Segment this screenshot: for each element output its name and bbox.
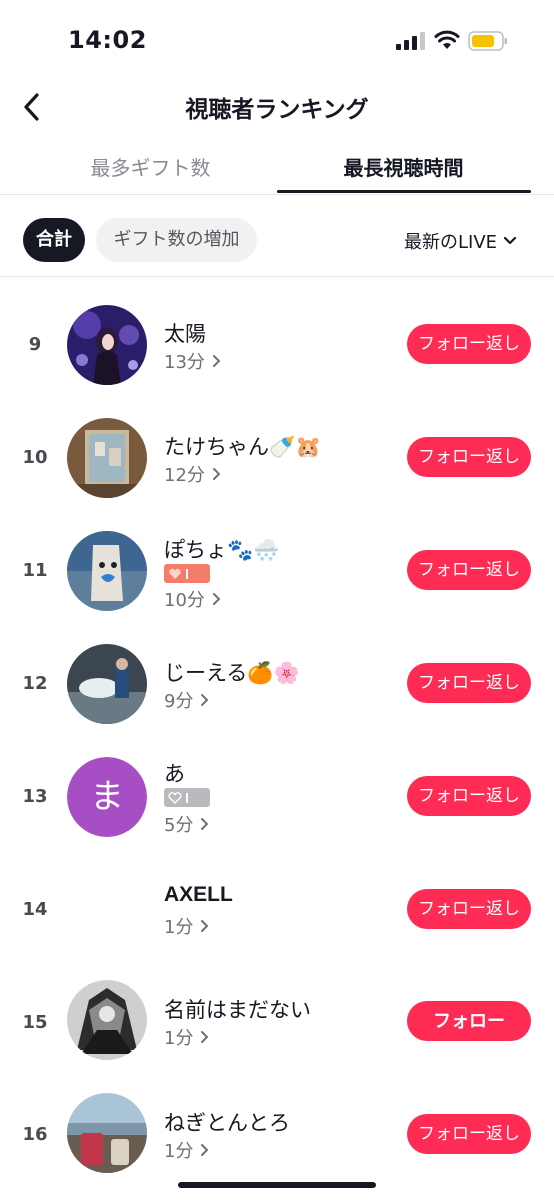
heart-icon xyxy=(169,568,181,579)
rank-number: 13 xyxy=(22,786,48,807)
watch-duration-label: 1分 xyxy=(164,1141,194,1162)
avatar-image xyxy=(67,305,147,385)
status-bar: 14:02 xyxy=(0,0,554,80)
viewer-name: AXELL xyxy=(164,883,233,906)
page-title: 視聴者ランキング xyxy=(185,97,369,123)
filter-chip-gift-increase[interactable]: ギフト数の増加 xyxy=(96,218,257,262)
watch-duration-label: 1分 xyxy=(164,1028,194,1049)
chevron-right-icon xyxy=(212,593,221,605)
avatar[interactable]: ま xyxy=(67,757,147,837)
chevron-right-icon xyxy=(212,355,221,367)
follow-back-button[interactable]: フォロー返し xyxy=(407,1114,531,1154)
list-item[interactable]: 14 AXELL 1分 フォロー返し xyxy=(0,853,554,966)
avatar[interactable] xyxy=(67,644,147,724)
avatar[interactable] xyxy=(67,418,147,498)
watch-duration-label: 1分 xyxy=(164,917,194,938)
follow-back-button[interactable]: フォロー返し xyxy=(407,437,531,477)
avatar[interactable] xyxy=(67,1093,147,1173)
tab-longest-watch-time[interactable]: 最長視聴時間 xyxy=(265,152,542,181)
tab-most-gifts[interactable]: 最多ギフト数 xyxy=(12,152,289,181)
fan-level-badge xyxy=(164,788,210,807)
home-indicator[interactable] xyxy=(178,1182,376,1188)
watch-duration[interactable]: 1分 xyxy=(164,1024,209,1050)
follow-back-button[interactable]: フォロー返し xyxy=(407,324,531,364)
avatar-image xyxy=(67,418,147,498)
watch-duration-label: 9分 xyxy=(164,691,194,712)
follow-back-button[interactable]: フォロー返し xyxy=(407,663,531,703)
watch-duration[interactable]: 13分 xyxy=(164,348,221,374)
fan-level-badge xyxy=(164,564,210,583)
list-item[interactable]: 9 太陽 13分 フォロー返し xyxy=(0,288,554,401)
watch-duration[interactable]: 12分 xyxy=(164,461,221,487)
rank-number: 9 xyxy=(28,334,42,355)
tab-divider xyxy=(0,194,554,195)
watch-duration[interactable]: 1分 xyxy=(164,1137,209,1163)
list-item[interactable]: 13 ま あ 5分 フォロー返し xyxy=(0,740,554,853)
filter-chip-total[interactable]: 合計 xyxy=(23,218,85,262)
viewer-name: ぽちょ🐾🌨️ xyxy=(164,538,280,562)
rank-number: 12 xyxy=(22,673,48,694)
watch-duration-label: 5分 xyxy=(164,815,194,836)
chevron-right-icon xyxy=(201,818,209,830)
list-item[interactable]: 16 ねぎとんとろ 1分 フォロー返し xyxy=(0,1079,554,1192)
viewer-name: たけちゃん🍼🐹 xyxy=(164,435,322,459)
watch-duration[interactable]: 1分 xyxy=(164,913,209,939)
avatar[interactable] xyxy=(67,980,147,1060)
watch-duration[interactable]: 9分 xyxy=(164,687,209,713)
avatar[interactable] xyxy=(67,305,147,385)
rank-number: 16 xyxy=(22,1124,48,1145)
watch-duration[interactable]: 5分 xyxy=(164,811,209,837)
battery-icon xyxy=(468,31,507,51)
viewer-name: 太陽 xyxy=(164,322,206,346)
live-selector-label: 最新のLIVE xyxy=(404,232,498,253)
list-item[interactable]: 11 ぽちょ🐾🌨️ 10分 フォロー返し xyxy=(0,514,554,627)
chevron-down-icon xyxy=(503,236,517,245)
avatar-initial: ま xyxy=(67,757,147,837)
viewer-name: 名前はまだない xyxy=(164,998,311,1022)
status-time: 14:02 xyxy=(68,26,147,54)
wifi-icon xyxy=(434,30,460,49)
watch-duration-label: 12分 xyxy=(164,465,205,486)
rank-number: 14 xyxy=(22,899,48,920)
list-item[interactable]: 12 じーえる🍊🌸 9分 フォロー返し xyxy=(0,627,554,740)
chevron-right-icon xyxy=(201,694,209,706)
list-item[interactable]: 15 名前はまだない 1分 フォロー xyxy=(0,966,554,1079)
chevron-right-icon xyxy=(201,1144,209,1156)
watch-duration-label: 10分 xyxy=(164,590,205,611)
avatar-image xyxy=(67,1093,147,1173)
avatar-image xyxy=(67,644,147,724)
follow-button[interactable]: フォロー xyxy=(407,1001,531,1041)
chevron-right-icon xyxy=(212,468,221,480)
watch-duration-label: 13分 xyxy=(164,352,205,373)
follow-back-button[interactable]: フォロー返し xyxy=(407,776,531,816)
avatar[interactable] xyxy=(67,531,147,611)
chevron-right-icon xyxy=(201,920,209,932)
avatar-image xyxy=(67,531,147,611)
heart-icon xyxy=(168,791,182,804)
chevron-right-icon xyxy=(201,1031,209,1043)
follow-back-button[interactable]: フォロー返し xyxy=(407,889,531,929)
viewer-name: じーえる🍊🌸 xyxy=(164,661,300,685)
rank-number: 11 xyxy=(22,560,48,581)
viewer-name: ねぎとんとろ xyxy=(164,1111,290,1135)
follow-back-button[interactable]: フォロー返し xyxy=(407,550,531,590)
avatar-image xyxy=(67,980,147,1060)
viewer-name: あ xyxy=(164,762,185,786)
rank-number: 10 xyxy=(22,447,48,468)
list-item[interactable]: 10 たけちゃん🍼🐹 12分 フォロー返し xyxy=(0,401,554,514)
filter-divider xyxy=(0,276,554,277)
watch-duration[interactable]: 10分 xyxy=(164,586,221,612)
cellular-signal-icon xyxy=(396,32,425,50)
active-tab-indicator xyxy=(277,190,531,193)
rank-number: 15 xyxy=(22,1012,48,1033)
live-selector[interactable]: 最新のLIVE xyxy=(404,228,517,254)
